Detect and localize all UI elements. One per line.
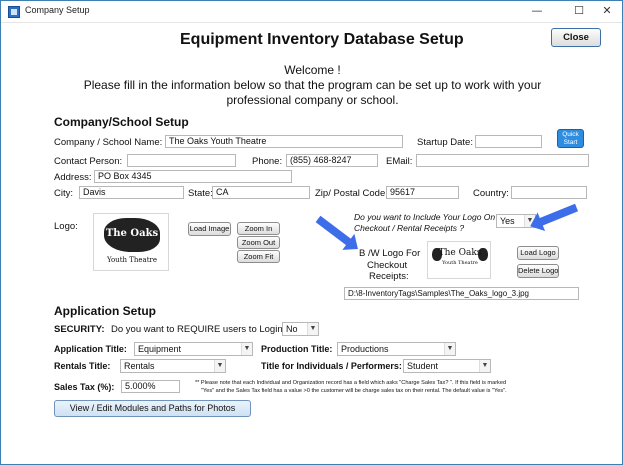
rentals-title-label: Rentals Title:: [54, 361, 111, 371]
include-logo-question-2: Checkout / Rental Receipts ?: [354, 223, 465, 233]
production-title-label: Production Title:: [261, 344, 333, 354]
individuals-title-select[interactable]: Student ▼: [403, 359, 491, 373]
sales-tax-note-1: ** Please note that each Individual and …: [195, 380, 507, 386]
email-field[interactable]: [416, 154, 589, 167]
individuals-title-value: Student: [407, 361, 439, 371]
security-label: SECURITY:: [54, 324, 105, 335]
title-bar: Company Setup — ☐ ✕: [1, 1, 622, 23]
rentals-title-value: Rentals: [124, 361, 155, 371]
bw-logo-label-1: B /W Logo For: [359, 248, 421, 259]
sales-tax-field[interactable]: 5.000%: [121, 380, 180, 393]
contact-person-field[interactable]: [127, 154, 236, 167]
include-logo-question-1: Do you want to Include Your Logo On: [354, 212, 496, 222]
bw-logo-sub-text: Youth Theatre: [442, 260, 478, 266]
city-label: City:: [54, 188, 73, 199]
rentals-title-select[interactable]: Rentals ▼: [120, 359, 226, 373]
zip-field[interactable]: 95617: [386, 186, 459, 199]
zoom-out-button[interactable]: Zoom Out: [237, 236, 280, 249]
city-field[interactable]: Davis: [79, 186, 184, 199]
zoom-in-button[interactable]: Zoom In: [237, 222, 280, 235]
contact-person-label: Contact Person:: [54, 156, 123, 167]
page-title: Equipment Inventory Database Setup: [180, 31, 464, 48]
welcome-line-3: professional company or school.: [226, 93, 399, 107]
bw-logo-main-text: The Oaks: [438, 248, 482, 258]
bw-logo-label-2: Checkout: [367, 260, 408, 271]
company-setup-window: Company Setup — ☐ ✕ Equipment Inventory …: [0, 0, 623, 465]
close-window-button[interactable]: ✕: [592, 1, 622, 21]
logo-sub-text: Youth Theatre: [106, 256, 158, 264]
minimize-button[interactable]: —: [522, 1, 552, 21]
security-question: Do you want to REQUIRE users to Login ?: [111, 324, 291, 335]
bw-logo-label-3: Receipts:: [369, 271, 409, 282]
chevron-down-icon: ▼: [444, 343, 455, 355]
arrow-icon: [537, 203, 579, 227]
country-field[interactable]: [511, 186, 587, 199]
welcome-line-2: Please fill in the information below so …: [83, 78, 542, 92]
phone-field[interactable]: (855) 468-8247: [286, 154, 378, 167]
logo-main-text: The Oaks: [105, 228, 159, 239]
address-field[interactable]: PO Box 4345: [94, 170, 292, 183]
individuals-title-label: Title for Individuals / Performers:: [261, 361, 402, 371]
production-title-value: Productions: [341, 344, 389, 354]
address-label: Address:: [54, 172, 92, 183]
app-title-label: Application Title:: [54, 344, 127, 354]
include-logo-value: Yes: [500, 216, 515, 226]
company-section-heading: Company/School Setup: [54, 115, 189, 129]
zoom-fit-button[interactable]: Zoom Fit: [237, 250, 280, 263]
sales-tax-label: Sales Tax (%):: [54, 382, 115, 392]
chevron-down-icon: ▼: [214, 360, 225, 372]
bw-logo-image: The Oaks Youth Theatre: [427, 241, 491, 279]
welcome-line-1: Welcome !: [284, 63, 341, 77]
startup-date-label: Startup Date:: [417, 137, 473, 148]
zip-label: Zip/ Postal Code:: [315, 188, 388, 199]
chevron-down-icon: ▼: [307, 323, 318, 335]
app-section-heading: Application Setup: [54, 304, 156, 318]
arrow-icon: [315, 215, 353, 247]
load-image-button[interactable]: Load Image: [188, 222, 231, 236]
email-label: EMail:: [386, 156, 413, 167]
logo-path-field[interactable]: D:\8-InventoryTags\Samples\The_Oaks_logo…: [344, 287, 579, 300]
sales-tax-note-2: "Yes" and the Sales Tax field has a valu…: [201, 388, 507, 394]
state-field[interactable]: CA: [212, 186, 310, 199]
company-name-label: Company / School Name:: [54, 137, 163, 148]
security-value: No: [286, 324, 298, 334]
maximize-button[interactable]: ☐: [564, 1, 594, 21]
logo-label: Logo:: [54, 221, 78, 232]
phone-label: Phone:: [252, 156, 283, 167]
state-label: State:: [188, 188, 213, 199]
country-label: Country:: [473, 188, 509, 199]
company-name-field[interactable]: The Oaks Youth Theatre: [165, 135, 403, 148]
production-title-select[interactable]: Productions ▼: [337, 342, 456, 356]
close-button[interactable]: Close: [551, 28, 601, 47]
app-title-value: Equipment: [138, 344, 182, 354]
chevron-down-icon: ▼: [241, 343, 252, 355]
window-title: Company Setup: [25, 5, 90, 15]
view-edit-modules-button[interactable]: View / Edit Modules and Paths for Photos: [54, 400, 251, 417]
quick-start-button[interactable]: Quick Start: [557, 129, 584, 148]
load-logo-button[interactable]: Load Logo: [517, 246, 559, 260]
startup-date-field[interactable]: [475, 135, 542, 148]
app-title-select[interactable]: Equipment ▼: [134, 342, 253, 356]
logo-image: The Oaks Youth Theatre: [93, 213, 169, 271]
app-icon: [8, 6, 20, 18]
chevron-down-icon: ▼: [479, 360, 490, 372]
security-select[interactable]: No ▼: [282, 322, 319, 336]
delete-logo-button[interactable]: Delete Logo: [517, 264, 559, 278]
